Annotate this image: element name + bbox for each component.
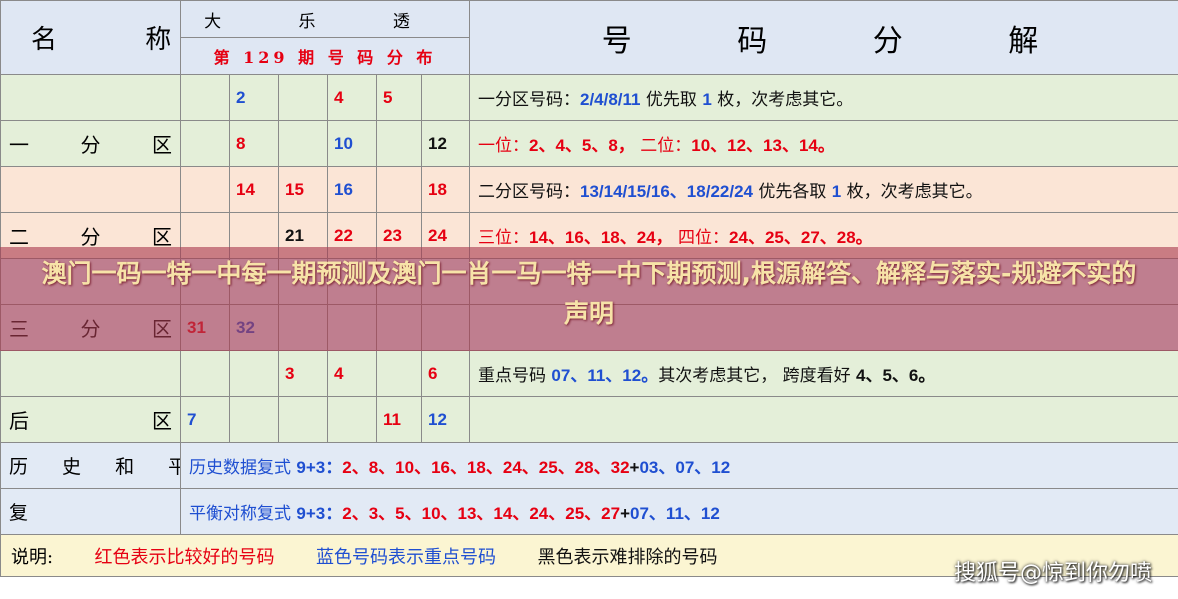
number-cell: 7 xyxy=(180,396,230,443)
desc-segment: 07、11、12 xyxy=(630,504,720,523)
desc-segment: 10、12、13、14。 xyxy=(691,136,835,155)
zone-description: 一分区号码：2/4/8/11 优先取 1 枚，次考虑其它。 xyxy=(469,74,1178,121)
desc-segment: 2/4/8/11 xyxy=(580,90,641,109)
zone-row: 后 区 7 11 12 xyxy=(0,396,1178,443)
number-cell xyxy=(180,120,230,167)
number-cell xyxy=(421,74,470,121)
zone-row: 一 分 区 8 10 12 一位：2、4、5、8， 二位：10、12、13、14。 xyxy=(0,120,1178,167)
number-cell: 12 xyxy=(421,396,470,443)
number-cell xyxy=(376,350,422,397)
legend-blue-note: 蓝色号码表示重点号码 xyxy=(316,546,497,568)
desc-segment: 2、8、10、16、18、24、25、28、32 xyxy=(342,458,630,477)
number-cell: 16 xyxy=(327,166,377,213)
history-row-1: 历史数据复式 9+3：2、8、10、16、18、24、25、28、32+03、0… xyxy=(180,442,1178,489)
number-cell: 18 xyxy=(421,166,470,213)
desc-segment: 三位： xyxy=(478,228,529,248)
desc-segment: 07、11、12。 xyxy=(551,366,659,385)
name-header: 名 称 xyxy=(0,0,181,75)
zone-row: 2 4 5 一分区号码：2/4/8/11 优先取 1 枚，次考虑其它。 xyxy=(0,74,1178,121)
desc-segment: 平衡对称复式 xyxy=(189,504,297,524)
zone-row: 14 15 16 18 二分区号码：13/14/15/16、18/22/24 优先各取 … xyxy=(0,166,1178,213)
number-cell xyxy=(376,166,422,213)
desc-segment: 2、3、5、10、13、14、24、25、27 xyxy=(342,504,621,523)
desc-segment: 历史数据复式 xyxy=(189,458,297,478)
legend-red-note: 红色表示比较好的号码 xyxy=(94,546,275,568)
desc-segment: 优先各取 xyxy=(752,182,832,202)
number-cell: 14 xyxy=(229,166,279,213)
period-label: 第 129 期 号 码 分 布 xyxy=(180,37,470,75)
number-cell xyxy=(229,350,279,397)
desc-segment: 枚，次考虑其它。 xyxy=(841,182,983,202)
zone-label-spacer xyxy=(0,350,181,397)
zone-description: 一位：2、4、5、8， 二位：10、12、13、14。 xyxy=(469,120,1178,167)
number-cell xyxy=(278,120,328,167)
desc-segment: 24、25、27、28。 xyxy=(729,228,873,247)
legend-title: 说明: xyxy=(11,546,54,568)
number-cell: 3 xyxy=(278,350,328,397)
desc-segment: 4、5、6。 xyxy=(856,366,936,385)
banner-title: 澳门一码一特一中每一期预测及澳门一肖一马一特一中下期预测,根源解答、解释与落实-… xyxy=(41,259,1137,328)
zone-description: 二分区号码：13/14/15/16、18/22/24 优先各取 1 枚，次考虑其… xyxy=(469,166,1178,213)
desc-segment: 四位： xyxy=(672,228,730,248)
number-cell xyxy=(180,166,230,213)
desc-segment: 1 xyxy=(831,182,842,201)
desc-segment: 13/14/15/16、18/22/24 xyxy=(580,182,753,201)
number-cell: 15 xyxy=(278,166,328,213)
desc-segment: 二分区号码： xyxy=(478,182,580,202)
number-cell: 8 xyxy=(229,120,279,167)
desc-segment: 其次考虑其它， 跨度看好 xyxy=(658,366,857,386)
number-cell xyxy=(278,396,328,443)
zone-description xyxy=(469,396,1178,443)
number-cell: 10 xyxy=(327,120,377,167)
zone-label-spacer xyxy=(0,166,181,213)
desc-segment: 优先取 xyxy=(640,90,703,110)
decomposition-header: 号 码 分 解 xyxy=(469,0,1178,75)
number-cell xyxy=(229,396,279,443)
number-cell: 2 xyxy=(229,74,279,121)
number-cell xyxy=(376,120,422,167)
desc-segment: + xyxy=(620,504,631,523)
history-label-2: 复 式 xyxy=(0,488,181,535)
number-cell: 5 xyxy=(376,74,422,121)
watermark: 搜狐号@惊到你勿喷 xyxy=(953,561,1152,586)
history-row-2: 平衡对称复式 9+3：2、3、5、10、13、14、24、25、27+07、11… xyxy=(180,488,1178,535)
number-cell: 12 xyxy=(421,120,470,167)
number-cell: 4 xyxy=(327,74,377,121)
desc-segment: 一位： xyxy=(478,136,529,156)
zone-label-spacer xyxy=(0,74,181,121)
lotto-name: 大 乐 透 xyxy=(180,0,470,38)
desc-segment: 9+3： xyxy=(296,504,343,523)
history-label-1: 历 史 和 平 衡 xyxy=(0,442,181,489)
desc-segment: 2、4、5、8， xyxy=(529,136,635,155)
desc-segment: 重点号码 xyxy=(478,366,552,386)
number-cell: 11 xyxy=(376,396,422,443)
desc-segment: 枚，次考虑其它。 xyxy=(711,90,854,110)
desc-segment: 9+3： xyxy=(296,458,343,477)
desc-segment: 03、07、12 xyxy=(639,458,731,477)
zone-row: 3 4 6 重点号码 07、11、12。其次考虑其它， 跨度看好 4、5、6。 xyxy=(0,350,1178,397)
number-cell: 4 xyxy=(327,350,377,397)
desc-segment: 14、16、18、24， xyxy=(529,228,673,247)
desc-segment: 1 xyxy=(702,90,712,109)
zone-label: 一 分 区 xyxy=(0,120,181,167)
desc-segment: 一分区号码： xyxy=(478,90,580,110)
number-cell xyxy=(278,74,328,121)
desc-segment: + xyxy=(629,458,640,477)
zone-label: 后 区 xyxy=(0,396,181,443)
number-cell xyxy=(180,350,230,397)
desc-segment: 二位： xyxy=(634,136,692,156)
number-cell xyxy=(180,74,230,121)
zone-description: 重点号码 07、11、12。其次考虑其它， 跨度看好 4、5、6。 xyxy=(469,350,1178,397)
legend-black-note: 黑色表示难排除的号码 xyxy=(537,546,718,568)
number-cell xyxy=(327,396,377,443)
number-cell: 6 xyxy=(421,350,470,397)
